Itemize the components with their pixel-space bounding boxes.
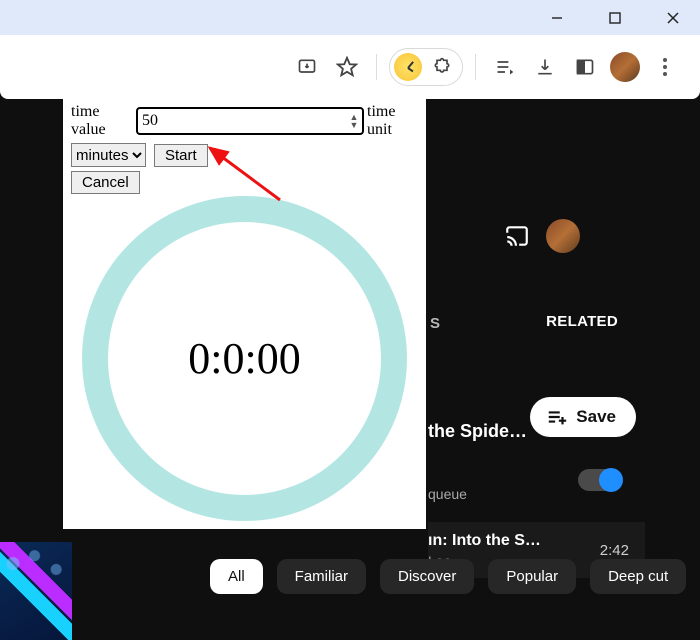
time-value-input[interactable] [136,107,364,135]
window-titlebar [0,0,700,35]
start-button[interactable]: Start [154,144,208,167]
toolbar-separator [376,54,377,80]
cast-icon[interactable] [504,223,530,249]
autoplay-toggle[interactable] [578,469,620,491]
time-value-label: time value [71,103,133,139]
playlist-add-icon [546,406,568,428]
browser-toolbar [0,35,700,99]
chip-all[interactable]: All [210,559,263,594]
window-maximize-button[interactable] [600,3,630,33]
side-panel-icon[interactable] [568,50,602,84]
timer-extension-popup: time value ▲▼ time unit minutes Start Ca… [63,99,426,529]
chip-row: All Familiar Discover Popular Deep cut [170,550,700,602]
user-avatar[interactable] [546,219,580,253]
timer-dial: 0:0:00 [63,187,426,529]
time-unit-select[interactable]: minutes [71,143,146,167]
chip-discover[interactable]: Discover [380,559,474,594]
chip-deep-cuts[interactable]: Deep cut [590,559,686,594]
save-button-label: Save [576,407,616,427]
window-close-button[interactable] [658,3,688,33]
tab-related[interactable]: RELATED [546,313,618,330]
autoplay-toggle-knob [599,468,623,492]
toolbar-separator [475,54,476,80]
timer-extension-button[interactable] [389,48,463,86]
install-pwa-icon[interactable] [290,50,324,84]
queue-label-partial: queue [428,486,467,502]
chip-familiar[interactable]: Familiar [277,559,366,594]
extensions-puzzle-icon [432,57,452,77]
number-spinner[interactable]: ▲▼ [347,109,361,133]
timer-clock-icon [394,53,422,81]
tab-upnext-partial[interactable]: S [430,315,440,332]
media-queue-icon[interactable] [488,50,522,84]
profile-avatar[interactable] [608,50,642,84]
downloads-icon[interactable] [528,50,562,84]
video-thumbnail[interactable] [0,542,72,640]
now-playing-title-partial: the Spide… [428,421,527,442]
time-unit-label: time unit [367,103,420,139]
track-title: ın: Into the S… [428,532,541,550]
kebab-menu-icon[interactable] [648,50,682,84]
window-minimize-button[interactable] [542,3,572,33]
timer-display: 0:0:00 [188,333,300,384]
bookmark-star-icon[interactable] [330,50,364,84]
chip-popular[interactable]: Popular [488,559,576,594]
save-button[interactable]: Save [530,397,636,437]
